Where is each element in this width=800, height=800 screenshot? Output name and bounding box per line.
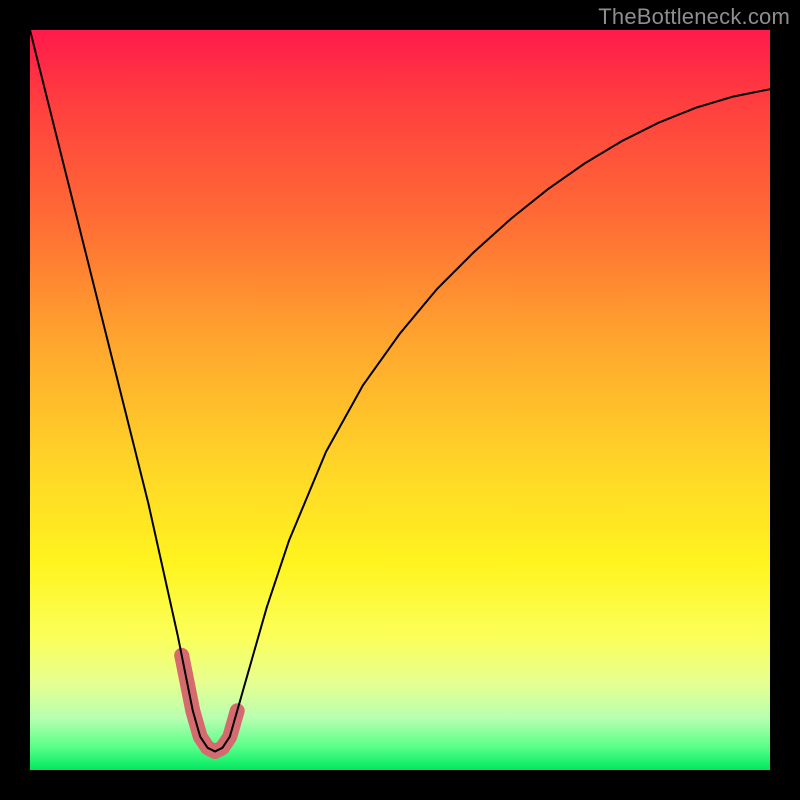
chart-plot-area xyxy=(30,30,770,770)
chart-svg xyxy=(30,30,770,770)
watermark-text: TheBottleneck.com xyxy=(598,4,790,30)
chart-main-curve xyxy=(30,30,770,752)
chart-frame: TheBottleneck.com xyxy=(0,0,800,800)
